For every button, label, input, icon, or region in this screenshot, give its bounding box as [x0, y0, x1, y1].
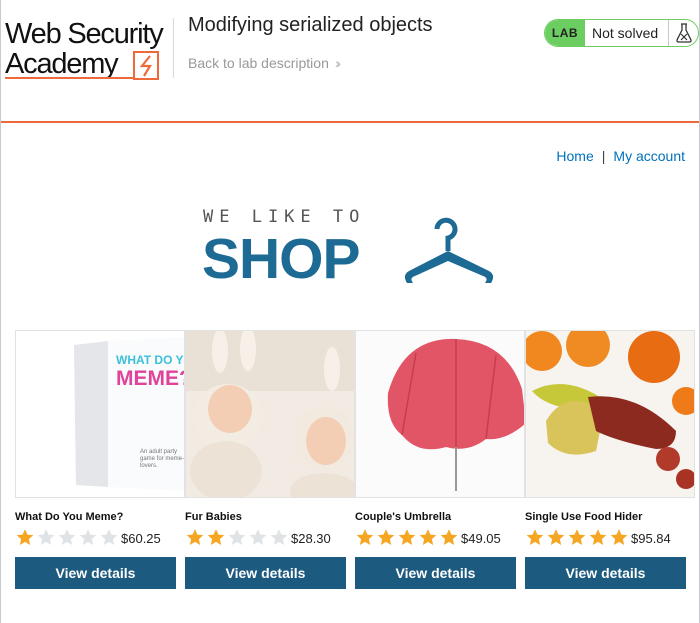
star-icon	[186, 529, 204, 545]
product-price: $49.05	[461, 531, 501, 546]
lab-header: Web Security Academy Modifying serialize…	[1, 0, 699, 123]
header-divider	[173, 18, 174, 78]
product-image[interactable]	[355, 330, 525, 498]
product-image[interactable]: WHAT DO YOU MEME? An adult party game fo…	[15, 330, 185, 498]
shop-banner: WE LIKE TO SHOP	[202, 205, 503, 291]
lab-badge: LAB	[545, 20, 585, 46]
star-icon	[568, 529, 586, 545]
back-to-description-link[interactable]: Back to lab description ››	[188, 55, 342, 71]
banner-tagline: WE LIKE TO	[203, 207, 366, 227]
view-details-button[interactable]: View details	[15, 557, 176, 589]
view-details-button[interactable]: View details	[355, 557, 516, 589]
view-details-button[interactable]: View details	[185, 557, 346, 589]
star-icon	[16, 529, 34, 545]
product-card: Fur Babies $28.30 View details	[185, 330, 355, 589]
lightning-icon	[133, 51, 159, 80]
star-icon	[207, 529, 225, 545]
logo-text-line1: Web Security	[5, 18, 164, 50]
lab-status-widget: LAB Not solved	[544, 19, 699, 47]
star-icon	[526, 529, 544, 545]
star-icon	[228, 529, 246, 545]
product-price: $60.25	[121, 531, 161, 546]
product-card: Couple's Umbrella $49.05 View details	[355, 330, 525, 589]
star-icon	[589, 529, 607, 545]
nav-home-link[interactable]: Home	[556, 148, 593, 164]
product-card: WHAT DO YOU MEME? An adult party game fo…	[15, 330, 185, 589]
product-price: $28.30	[291, 531, 331, 546]
product-name: Couple's Umbrella	[355, 511, 452, 523]
product-name: What Do You Meme?	[15, 511, 124, 523]
nav-my-account-link[interactable]: My account	[613, 148, 685, 164]
star-icon	[419, 529, 437, 545]
product-name: Single Use Food Hider	[525, 511, 643, 523]
star-icon	[249, 529, 267, 545]
logo-underline	[5, 77, 135, 79]
hanger-icon	[399, 209, 499, 294]
view-details-button[interactable]: View details	[525, 557, 686, 589]
product-rating	[15, 528, 120, 548]
product-rating	[355, 528, 460, 548]
product-name: Fur Babies	[185, 511, 242, 523]
browser-viewport: Web Security Academy Modifying serialize…	[0, 0, 700, 623]
star-icon	[100, 529, 118, 545]
star-icon	[440, 529, 458, 545]
box-title-line1: WHAT DO YOU	[116, 353, 184, 367]
product-image[interactable]	[525, 330, 695, 498]
star-icon	[79, 529, 97, 545]
product-rating	[525, 528, 630, 548]
product-rating	[185, 528, 290, 548]
product-price: $95.84	[631, 531, 671, 546]
double-chevron-right-icon: ››	[334, 55, 342, 71]
top-nav: Home | My account	[556, 148, 685, 164]
star-icon	[547, 529, 565, 545]
banner-word: SHOP	[202, 227, 361, 291]
star-icon	[58, 529, 76, 545]
back-link-label: Back to lab description	[188, 55, 329, 71]
nav-separator: |	[601, 148, 606, 164]
box-subtitle: An adult party game for meme-lovers.	[140, 449, 185, 469]
product-grid: WHAT DO YOU MEME? An adult party game fo…	[15, 330, 699, 589]
star-icon	[356, 529, 374, 545]
star-icon	[398, 529, 416, 545]
lab-status-text: Not solved	[592, 25, 659, 41]
flask-icon	[668, 20, 698, 46]
product-image[interactable]	[185, 330, 355, 498]
star-icon	[610, 529, 628, 545]
box-title-line2: MEME?	[116, 367, 185, 390]
academy-logo[interactable]: Web Security Academy	[5, 13, 175, 83]
star-icon	[377, 529, 395, 545]
lab-title: Modifying serialized objects	[188, 14, 433, 36]
product-card: Single Use Food Hider $95.84 View detail…	[525, 330, 695, 589]
star-icon	[37, 529, 55, 545]
logo-text-line2: Academy	[5, 48, 119, 80]
star-icon	[270, 529, 288, 545]
